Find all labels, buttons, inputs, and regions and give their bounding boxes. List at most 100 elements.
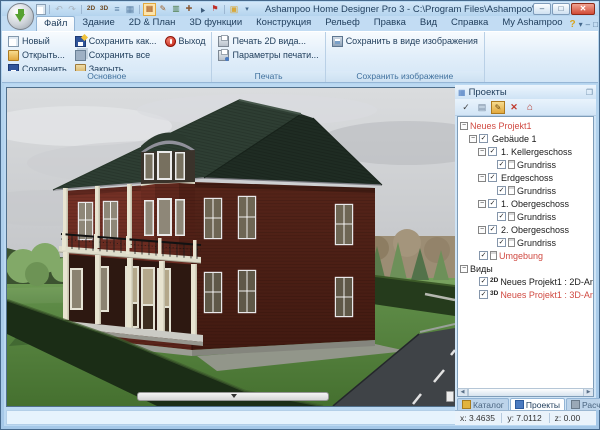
tree-item[interactable]: −Виды xyxy=(458,262,593,275)
tab-Файл[interactable]: Файл xyxy=(36,16,75,31)
flag-tool-icon[interactable]: ⚑ xyxy=(209,4,221,15)
confirm-icon[interactable]: ✓ xyxy=(459,101,473,114)
mdi-minimize-button[interactable]: – xyxy=(586,20,590,29)
measure-tool-icon[interactable]: ✚ xyxy=(183,4,195,15)
table-tool-icon[interactable]: ▦ xyxy=(124,4,136,15)
column-tool-icon[interactable]: ▥ xyxy=(170,4,182,15)
tab-Правка[interactable]: Правка xyxy=(367,16,413,31)
panel-pin-icon[interactable]: ❐ xyxy=(586,88,593,97)
tree-item[interactable]: −✓Erdgeschoss xyxy=(458,171,593,184)
viewport-3d[interactable] xyxy=(6,87,456,407)
tree-item-label: Grundriss xyxy=(517,212,556,222)
paint-tool-icon[interactable]: ✎ xyxy=(157,4,169,15)
tab-Здание[interactable]: Здание xyxy=(75,16,121,31)
tree-item[interactable]: ✓2DNeues Projekt1 : 2D-Ansich xyxy=(458,275,593,288)
tree-item[interactable]: ✓Grundriss xyxy=(458,236,593,249)
tab-Вид[interactable]: Вид xyxy=(413,16,444,31)
tab-2D & План[interactable]: 2D & План xyxy=(122,16,183,31)
tree-checkbox[interactable]: ✓ xyxy=(479,290,488,299)
tree-checkbox[interactable]: ✓ xyxy=(488,147,497,156)
panel-tab-projects[interactable]: Проекты xyxy=(510,398,565,410)
new-document-icon[interactable] xyxy=(36,4,46,15)
dropdown-caret-icon[interactable]: ▾ xyxy=(241,4,253,15)
2d-view-icon[interactable]: 2D xyxy=(85,4,97,15)
edit-icon[interactable]: ✎ xyxy=(491,101,505,114)
panel-tab-calc[interactable]: Расчёты xyxy=(566,398,600,410)
badge-3d-icon: 3D xyxy=(490,291,498,298)
exit-button[interactable]: Выход xyxy=(163,34,208,48)
tree-checkbox[interactable]: ✓ xyxy=(488,173,497,182)
3d-view-icon[interactable]: 3D xyxy=(98,4,110,15)
mdi-restore-button[interactable]: □ xyxy=(593,20,598,29)
tree-checkbox[interactable]: ✓ xyxy=(479,251,488,260)
printer-icon xyxy=(218,36,229,47)
panel-tab-catalog[interactable]: Каталог xyxy=(457,398,509,410)
delete-icon[interactable]: ✕ xyxy=(507,101,521,114)
expander-icon[interactable]: − xyxy=(478,174,486,182)
scroll-thumb[interactable] xyxy=(468,389,583,396)
tree-checkbox[interactable]: ✓ xyxy=(488,225,497,234)
tree-checkbox[interactable]: ✓ xyxy=(497,186,506,195)
tree-item-label: Gebäude 1 xyxy=(492,134,537,144)
panel-tabs: КаталогПроектыРасчёты xyxy=(455,397,596,410)
tab-Конструкция[interactable]: Конструкция xyxy=(249,16,318,31)
close-button[interactable]: ✕ xyxy=(571,3,595,15)
pointer-tool-icon[interactable]: ▲ xyxy=(194,1,210,16)
qat-caret-icon[interactable]: ▾ xyxy=(579,20,583,29)
tree-item[interactable]: ✓ Umgebung xyxy=(458,249,593,262)
document-icon xyxy=(508,186,515,195)
maximize-button[interactable]: □ xyxy=(552,3,570,15)
views-icon[interactable]: ▤ xyxy=(475,101,489,114)
open-button[interactable]: Открыть... xyxy=(6,48,69,62)
tree-checkbox[interactable]: ✓ xyxy=(497,212,506,221)
expander-icon[interactable]: − xyxy=(460,265,468,273)
tab-3D функции[interactable]: 3D функции xyxy=(182,16,249,31)
scroll-left-icon[interactable]: ◀ xyxy=(458,389,468,396)
view-rotation-slider[interactable] xyxy=(137,392,329,401)
new-button[interactable]: Новый xyxy=(6,34,69,48)
viewport-grip[interactable] xyxy=(446,391,454,402)
expander-icon[interactable]: − xyxy=(478,200,486,208)
tree-item[interactable]: ✓ Grundriss xyxy=(458,184,593,197)
tree-item[interactable]: −✓1. Kellergeschoss xyxy=(458,145,593,158)
tree-item[interactable]: −Neues Projekt1 xyxy=(458,119,593,132)
tree-checkbox[interactable]: ✓ xyxy=(479,277,488,286)
save-as-icon xyxy=(75,36,86,47)
redo-icon[interactable]: ↷ xyxy=(66,4,78,15)
help-icon[interactable]: ? xyxy=(570,19,576,30)
tree-checkbox[interactable]: ✓ xyxy=(488,199,497,208)
undo-icon[interactable]: ↶ xyxy=(53,4,65,15)
tree-horizontal-scrollbar[interactable]: ◀ ▶ xyxy=(457,388,594,397)
folder-tool-icon[interactable]: ▣ xyxy=(228,4,240,15)
expander-icon[interactable]: − xyxy=(478,226,486,234)
save-as-image-button[interactable]: Сохранить в виде изображения xyxy=(330,34,480,48)
expander-icon[interactable]: − xyxy=(478,148,486,156)
tree-item[interactable]: ✓ Grundriss xyxy=(458,210,593,223)
line-tool-icon[interactable]: ≡ xyxy=(111,4,123,15)
tree-item-label: Umgebung xyxy=(499,251,543,261)
minimize-button[interactable]: – xyxy=(533,3,551,15)
save-as-button[interactable]: Сохранить как... xyxy=(73,34,159,48)
tree-item[interactable]: ✓Grundriss xyxy=(458,158,593,171)
print-settings-button[interactable]: Параметры печати... xyxy=(216,48,320,62)
expander-icon[interactable]: − xyxy=(460,122,468,130)
tree-item[interactable]: −✓1. Obergeschoss xyxy=(458,197,593,210)
application-orb-button[interactable] xyxy=(7,3,34,30)
tree-checkbox[interactable]: ✓ xyxy=(497,160,506,169)
tree-item[interactable]: −✓ Gebäude 1 xyxy=(458,132,593,145)
tab-Справка[interactable]: Справка xyxy=(444,16,495,31)
image-tool-icon[interactable]: ▦ xyxy=(143,3,156,16)
print-2d-button[interactable]: Печать 2D вида... xyxy=(216,34,320,48)
building-icon[interactable]: ⌂ xyxy=(523,101,537,114)
tab-My Ashampoo[interactable]: My Ashampoo xyxy=(495,16,569,31)
tree-item[interactable]: ✓3DNeues Projekt1 : 3D-Ansich xyxy=(458,288,593,301)
save-all-button[interactable]: Сохранить все xyxy=(73,48,159,62)
tab-Рельеф[interactable]: Рельеф xyxy=(318,16,366,31)
tree-checkbox[interactable]: ✓ xyxy=(479,134,488,143)
tree-item-label: Grundriss xyxy=(517,186,556,196)
scroll-right-icon[interactable]: ▶ xyxy=(583,389,593,396)
new-page-icon xyxy=(8,36,19,47)
tree-item[interactable]: −✓2. Obergeschoss xyxy=(458,223,593,236)
tree-checkbox[interactable]: ✓ xyxy=(497,238,506,247)
expander-icon[interactable]: − xyxy=(469,135,477,143)
